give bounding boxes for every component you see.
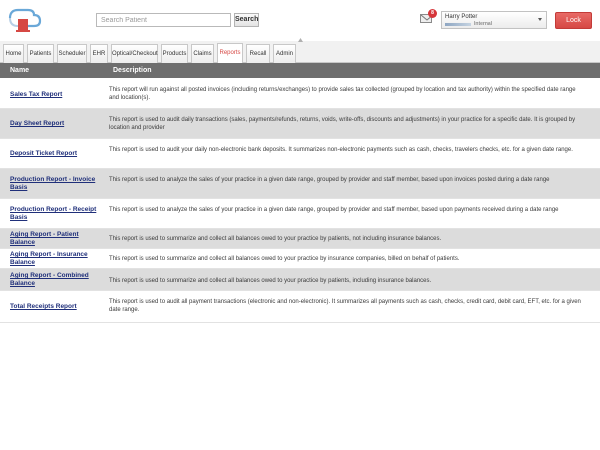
report-description: This report is used to summarize and col… <box>109 256 460 262</box>
report-link-day-sheet[interactable]: Day Sheet Report <box>10 120 102 128</box>
report-link-aging-patient[interactable]: Aging Report - Patient Balance <box>10 231 102 247</box>
tab-patients[interactable]: Patients <box>27 44 54 63</box>
tab-recall[interactable]: Recall <box>246 44 270 63</box>
reports-table-header: Name Description <box>0 63 600 78</box>
tab-admin[interactable]: Admin <box>273 44 296 63</box>
table-row: Production Report - Receipt Basis This r… <box>0 199 600 229</box>
table-row: Day Sheet Report This report is used to … <box>0 109 600 139</box>
report-link-production-receipt[interactable]: Production Report - Receipt Basis <box>10 206 102 222</box>
report-description: This report is used to audit your daily … <box>109 147 573 153</box>
tab-optical-checkout[interactable]: Optical/Checkout <box>111 44 158 63</box>
report-description: This report will run against all posted … <box>109 87 576 101</box>
tab-products[interactable]: Products <box>161 44 188 63</box>
main-tabs: Home Patients Scheduler EHR Optical/Chec… <box>0 41 600 63</box>
report-link-aging-insurance[interactable]: Aging Report - Insurance Balance <box>10 251 102 267</box>
report-link-aging-combined[interactable]: Aging Report - Combined Balance <box>10 272 102 288</box>
report-description: This report is used to audit daily trans… <box>109 117 576 131</box>
tab-claims[interactable]: Claims <box>191 44 214 63</box>
user-organization: Internal <box>474 21 493 27</box>
report-link-deposit-ticket[interactable]: Deposit Ticket Report <box>10 150 102 158</box>
chevron-down-icon <box>538 18 542 21</box>
table-row: Aging Report - Patient Balance This repo… <box>0 229 600 249</box>
report-description: This report is used to summarize and col… <box>109 236 442 242</box>
report-link-sales-tax[interactable]: Sales Tax Report <box>10 91 102 99</box>
tab-home[interactable]: Home <box>3 44 24 63</box>
report-description: This report is used to analyze the sales… <box>109 207 559 213</box>
mail-badge: 8 <box>428 9 437 18</box>
app-logo <box>4 4 46 34</box>
user-org-bar <box>445 23 471 26</box>
tab-reports[interactable]: Reports <box>217 43 243 63</box>
table-row: Aging Report - Combined Balance This rep… <box>0 269 600 291</box>
table-row: Production Report - Invoice Basis This r… <box>0 169 600 199</box>
table-row: Sales Tax Report This report will run ag… <box>0 79 600 109</box>
table-row: Deposit Ticket Report This report is use… <box>0 139 600 169</box>
user-menu[interactable]: Harry Potter Internal <box>441 11 547 29</box>
table-row: Total Receipts Report This report is use… <box>0 291 600 323</box>
report-link-total-receipts[interactable]: Total Receipts Report <box>10 303 102 311</box>
caret-up-icon <box>298 38 303 42</box>
report-description: This report is used to analyze the sales… <box>109 177 550 183</box>
tab-scheduler[interactable]: Scheduler <box>57 44 87 63</box>
tab-ehr[interactable]: EHR <box>90 44 108 63</box>
column-header-name: Name <box>10 67 30 74</box>
report-description: This report is used to summarize and col… <box>109 278 432 284</box>
app-header: Search 8 Harry Potter Internal Lock <box>0 0 600 41</box>
search-button[interactable]: Search <box>234 13 259 27</box>
report-description: This report is used to audit all payment… <box>109 299 581 313</box>
lock-button[interactable]: Lock <box>555 12 592 29</box>
report-link-production-invoice[interactable]: Production Report - Invoice Basis <box>10 176 102 192</box>
user-name: Harry Potter <box>445 14 478 20</box>
column-header-description: Description <box>113 67 152 74</box>
table-row: Aging Report - Insurance Balance This re… <box>0 249 600 269</box>
search-patient-input[interactable] <box>96 13 231 27</box>
